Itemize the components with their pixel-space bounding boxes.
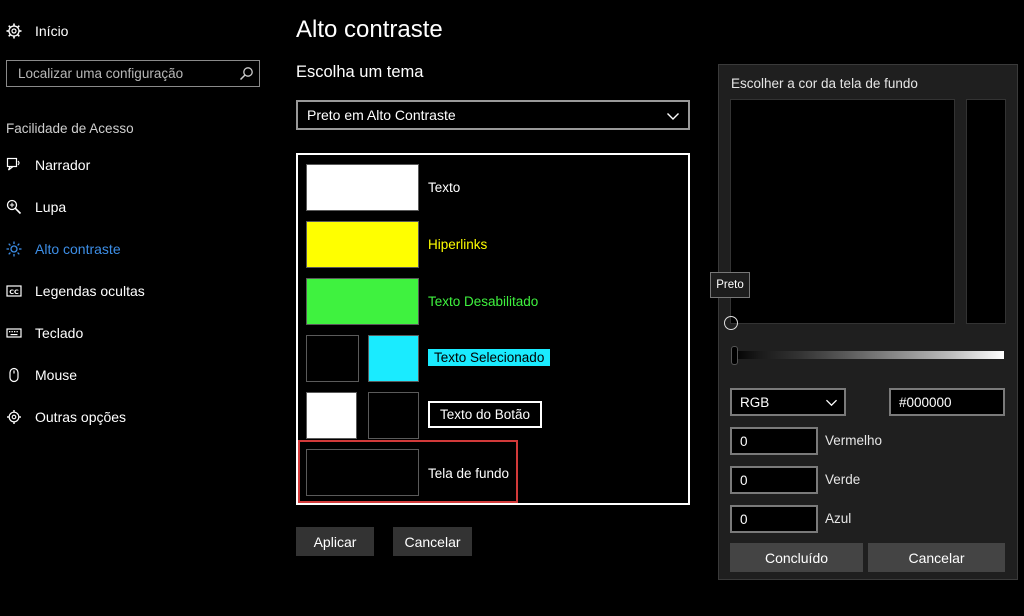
sidebar-item-label: Narrador — [35, 157, 91, 173]
brightness-icon — [6, 241, 22, 257]
sidebar-item-label: Lupa — [35, 199, 67, 215]
page-title: Alto contraste — [296, 16, 443, 43]
sidebar-item-label: Mouse — [35, 367, 78, 383]
blue-value: 0 — [740, 512, 748, 527]
background-label: Tela de fundo — [428, 466, 510, 481]
button-text-label: Texto do Botão — [428, 401, 543, 428]
section-subtitle: Escolha um tema — [296, 63, 424, 81]
selected-text-fg-swatch[interactable] — [368, 335, 419, 382]
apply-button[interactable]: Aplicar — [296, 527, 374, 556]
gear-icon — [6, 23, 22, 39]
color-preview — [966, 99, 1006, 324]
dialog-cancel-button[interactable]: Cancelar — [868, 543, 1005, 572]
theme-select[interactable]: Preto em Alto Contraste — [296, 100, 690, 130]
sidebar-item-label: Legendas ocultas — [35, 283, 145, 299]
theme-preview-panel: Texto Hiperlinks Texto Desabilitado Text… — [296, 153, 690, 505]
color-mode-select[interactable]: RGB — [730, 388, 846, 416]
sidebar-item-label: Outras opções — [35, 409, 127, 425]
magnifier-icon — [6, 199, 22, 215]
color-picker-dialog: Escolher a cor da tela de fundo RGB #000… — [718, 64, 1018, 580]
closed-captions-icon: CC — [6, 283, 22, 299]
color-mode-value: RGB — [740, 395, 770, 410]
blue-input[interactable]: 0 — [730, 505, 818, 533]
disabled-text-color-swatch[interactable] — [306, 278, 419, 325]
mouse-icon — [6, 367, 22, 383]
sidebar-item-alto-contraste[interactable]: Alto contraste — [6, 235, 121, 263]
sidebar-item-narrador[interactable]: Narrador — [6, 151, 90, 179]
color-tooltip: Preto — [710, 272, 750, 298]
hyperlinks-label: Hiperlinks — [428, 237, 488, 252]
brightness-slider-thumb[interactable] — [731, 346, 738, 365]
green-label: Verde — [825, 472, 861, 487]
keyboard-icon — [6, 325, 22, 341]
search-input[interactable]: Localizar uma configuração — [18, 66, 183, 81]
selected-text-label: Texto Selecionado — [428, 349, 551, 366]
green-input[interactable]: 0 — [730, 466, 818, 494]
search-icon[interactable] — [239, 66, 254, 86]
red-label: Vermelho — [825, 433, 883, 448]
text-label: Texto — [428, 180, 461, 195]
sidebar-item-label: Teclado — [35, 325, 84, 341]
theme-select-value: Preto em Alto Contraste — [307, 107, 456, 123]
color-spectrum[interactable] — [730, 99, 955, 324]
disabled-text-label: Texto Desabilitado — [428, 294, 539, 309]
background-color-swatch[interactable] — [306, 449, 419, 496]
sidebar-item-outras-opcoes[interactable]: Outras opções — [6, 403, 126, 431]
narrator-icon — [6, 157, 22, 173]
button-text-bg-swatch[interactable] — [306, 392, 357, 439]
red-input[interactable]: 0 — [730, 427, 818, 455]
sidebar-item-legendas-ocultas[interactable]: CC Legendas ocultas — [6, 277, 145, 305]
section-title: Facilidade de Acesso — [6, 121, 134, 136]
brightness-slider[interactable] — [732, 351, 1004, 359]
cancel-button[interactable]: Cancelar — [393, 527, 472, 556]
selected-text-bg-swatch[interactable] — [306, 335, 359, 382]
sidebar-item-label: Alto contraste — [35, 241, 121, 257]
green-value: 0 — [740, 473, 748, 488]
blue-label: Azul — [825, 511, 852, 526]
svg-text:CC: CC — [9, 288, 19, 296]
chevron-down-icon — [826, 399, 837, 407]
done-button[interactable]: Concluído — [730, 543, 863, 572]
color-selector-handle[interactable] — [724, 316, 738, 330]
sidebar-item-teclado[interactable]: Teclado — [6, 319, 83, 347]
settings-icon — [6, 409, 22, 425]
dialog-title: Escolher a cor da tela de fundo — [731, 76, 918, 91]
search-box[interactable]: Localizar uma configuração — [6, 60, 260, 87]
sidebar-item-lupa[interactable]: Lupa — [6, 193, 66, 221]
hex-input[interactable]: #000000 — [889, 388, 1005, 416]
red-value: 0 — [740, 434, 748, 449]
home-link[interactable]: Início — [6, 17, 68, 45]
hex-value: #000000 — [899, 395, 952, 410]
home-label: Início — [35, 23, 69, 39]
chevron-down-icon — [666, 109, 680, 127]
text-color-swatch[interactable] — [306, 164, 419, 211]
button-text-fg-swatch[interactable] — [368, 392, 419, 439]
sidebar-item-mouse[interactable]: Mouse — [6, 361, 77, 389]
hyperlink-color-swatch[interactable] — [306, 221, 419, 268]
